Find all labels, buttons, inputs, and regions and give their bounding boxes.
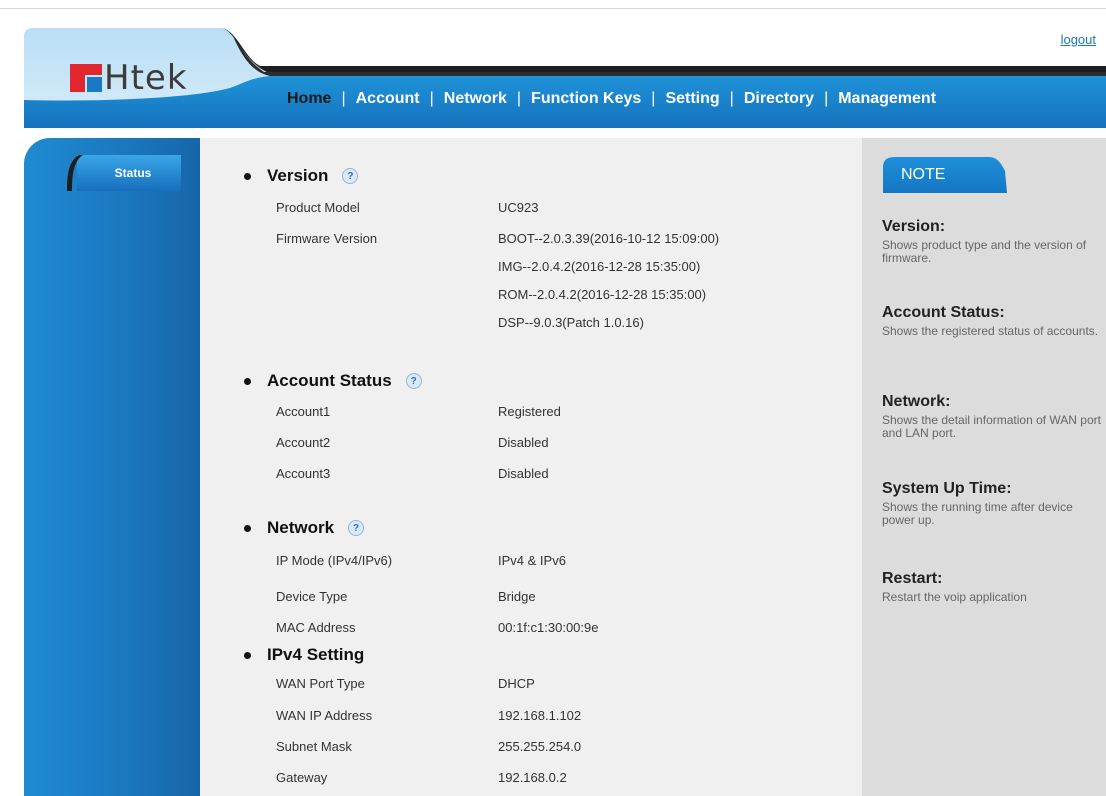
nav-separator: | [429, 90, 434, 107]
field-label: Account2 [276, 435, 331, 450]
help-icon[interactable]: ? [348, 520, 365, 536]
section-network: Network ? [244, 518, 365, 538]
note-heading: Account Status: [882, 304, 1005, 321]
logo-mark-icon [70, 64, 102, 92]
note-heading: Restart: [882, 570, 943, 587]
nav-account[interactable]: Account [356, 90, 420, 108]
note-heading: Version: [882, 218, 946, 235]
field-value: DSP--9.0.3(Patch 1.0.16) [498, 315, 644, 330]
bullet-icon [244, 377, 251, 385]
field-value: 192.168.1.102 [498, 708, 582, 723]
note-version: Version: Shows product type and the vers… [882, 218, 1102, 265]
field-value: IMG--2.0.4.2(2016-12-28 15:35:00) [498, 259, 701, 274]
field-value: Disabled [498, 435, 549, 450]
field-label: WAN Port Type [276, 676, 365, 691]
field-label: WAN IP Address [276, 708, 373, 723]
sidebar-item-status[interactable]: Status [65, 155, 183, 191]
field-value: Disabled [498, 466, 549, 481]
nav-separator: | [824, 90, 829, 107]
field-value: IPv4 & IPv6 [498, 553, 566, 568]
nav-network[interactable]: Network [444, 90, 507, 108]
note-account-status: Account Status: Shows the registered sta… [882, 304, 1102, 338]
section-ipv4-setting: IPv4 Setting [244, 645, 364, 665]
field-label: Device Type [276, 589, 348, 604]
field-value: 255.255.254.0 [498, 739, 582, 754]
nav-setting[interactable]: Setting [665, 90, 719, 108]
note-system-up-time: System Up Time: Shows the running time a… [882, 480, 1102, 527]
section-version: Version ? [244, 166, 359, 186]
top-divider [0, 8, 1106, 9]
nav-separator: | [729, 90, 734, 107]
nav-home[interactable]: Home [287, 90, 331, 108]
field-value: DHCP [498, 676, 535, 691]
logo-text: Htek [104, 58, 188, 98]
note-text: Shows the detail information of WAN port… [882, 413, 1101, 440]
nav-function-keys[interactable]: Function Keys [531, 90, 641, 108]
section-title: Network [267, 518, 335, 537]
note-text: Shows product type and the version of fi… [882, 238, 1087, 265]
sidebar-item-label: Status [114, 166, 152, 180]
nav-directory[interactable]: Directory [744, 90, 814, 108]
field-label: Product Model [276, 200, 360, 215]
section-account-status: Account Status ? [244, 371, 422, 391]
bullet-icon [244, 524, 251, 532]
field-label: IP Mode (IPv4/IPv6) [276, 553, 393, 568]
field-label: Firmware Version [276, 231, 378, 246]
htek-logo: Htek [70, 60, 188, 96]
field-label: Account3 [276, 466, 331, 481]
section-title: Account Status [267, 371, 392, 390]
field-label: Subnet Mask [276, 739, 352, 754]
field-label: Gateway [276, 770, 328, 785]
note-title: NOTE [901, 166, 946, 183]
note-text: Restart the voip application [882, 590, 1027, 604]
help-icon[interactable]: ? [342, 168, 359, 184]
note-text: Shows the running time after device powe… [882, 500, 1073, 527]
field-value: ROM--2.0.4.2(2016-12-28 15:35:00) [498, 287, 707, 302]
section-title: IPv4 Setting [267, 645, 365, 664]
field-label: MAC Address [276, 620, 356, 635]
bullet-icon [244, 172, 251, 180]
note-heading: System Up Time: [882, 480, 1012, 497]
note-text: Shows the registered status of accounts. [882, 324, 1099, 338]
bullet-icon [244, 651, 251, 659]
nav-management[interactable]: Management [838, 90, 936, 108]
note-network: Network: Shows the detail information of… [882, 393, 1102, 440]
field-value: Bridge [498, 589, 536, 604]
main-nav: Home | Account | Network | Function Keys… [287, 88, 936, 110]
help-icon[interactable]: ? [405, 373, 422, 389]
field-value: UC923 [498, 200, 539, 215]
sidebar [24, 138, 200, 796]
note-restart: Restart: Restart the voip application [882, 570, 1102, 604]
field-value: Registered [498, 404, 561, 419]
note-heading: Network: [882, 393, 951, 410]
nav-separator: | [651, 90, 656, 107]
field-value: 00:1f:c1:30:00:9e [498, 620, 599, 635]
section-title: Version [267, 166, 329, 185]
field-value: 192.168.0.2 [498, 770, 567, 785]
field-value: BOOT--2.0.3.39(2016-10-12 15:09:00) [498, 231, 720, 246]
field-label: Account1 [276, 404, 331, 419]
nav-separator: | [341, 90, 346, 107]
nav-separator: | [516, 90, 522, 107]
